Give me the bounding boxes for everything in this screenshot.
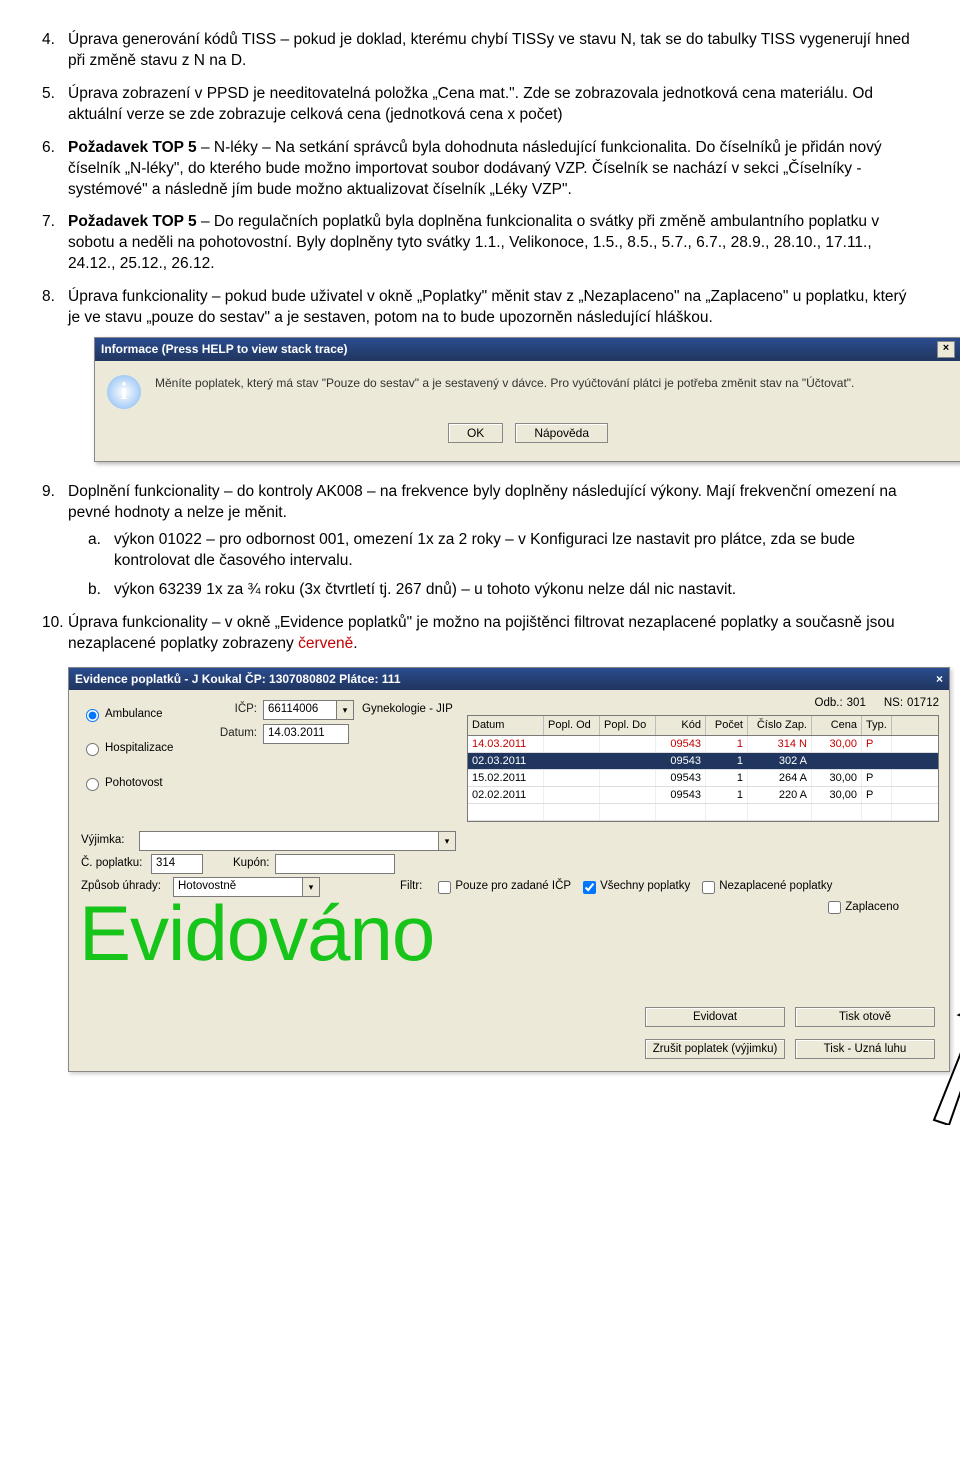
table-cell <box>544 736 600 752</box>
dialog-message: Měníte poplatek, který má stav "Pouze do… <box>155 375 943 391</box>
vyjimka-dropdown[interactable]: ▾ <box>139 831 456 851</box>
check-nezaplacene[interactable] <box>702 881 715 894</box>
table-cell <box>600 770 656 786</box>
label-icp: IČP: <box>209 702 257 718</box>
item-4: 4.Úprava generování kódů TISS – pokud je… <box>42 30 918 72</box>
label-ns: NS: <box>884 696 903 712</box>
table-cell: 314 N <box>748 736 812 752</box>
item-7: 7.Požadavek TOP 5 – Do regulačních popla… <box>42 212 918 275</box>
close-icon[interactable]: × <box>937 341 955 358</box>
table-cell: 30,00 <box>812 770 862 786</box>
table-cell: 14.03.2011 <box>468 736 544 752</box>
table-row[interactable]: 02.02.2011 095431220 A30,00P <box>468 787 938 804</box>
table-cell: P <box>862 736 892 752</box>
item-9a: a.výkon 01022 – pro odbornost 001, omeze… <box>88 530 918 572</box>
datum-input[interactable]: 14.03.2011 <box>263 724 349 744</box>
info-dialog: Informace (Press HELP to view stack trac… <box>94 337 960 462</box>
table-row[interactable]: 02.03.2011 095431302 A <box>468 753 938 770</box>
table-cell <box>544 753 600 769</box>
table-cell <box>600 787 656 803</box>
table-cell: 1 <box>706 770 748 786</box>
left-panel: Ambulance Hospitalizace Pohotovost <box>69 690 209 824</box>
table-header: Datum Popl. Od Popl. Do Kód Počet Číslo … <box>468 716 938 736</box>
table-cell: 220 A <box>748 787 812 803</box>
label-datum: Datum: <box>209 726 257 742</box>
window-titlebar: Evidence poplatků - J Koukal ČP: 1307080… <box>69 668 949 690</box>
cpop-input[interactable]: 314 <box>151 854 203 874</box>
item-5: 5.Úprava zobrazení v PPSD je needitovate… <box>42 84 918 126</box>
table-cell: 09543 <box>656 753 706 769</box>
radio-hospitalizace[interactable]: Hospitalizace <box>81 740 203 757</box>
table-row <box>468 804 938 821</box>
label-kupon: Kupón: <box>233 856 269 872</box>
table-cell: P <box>862 787 892 803</box>
kupon-input[interactable] <box>275 854 395 874</box>
radio-pohotovost[interactable]: Pohotovost <box>81 775 203 792</box>
table-cell: 302 A <box>748 753 812 769</box>
table-cell: 09543 <box>656 787 706 803</box>
evidence-window: Evidence poplatků - J Koukal ČP: 1307080… <box>68 667 950 1072</box>
table-cell: 09543 <box>656 736 706 752</box>
radio-ambulance[interactable]: Ambulance <box>81 706 203 723</box>
chevron-down-icon[interactable]: ▾ <box>438 831 456 851</box>
ok-button[interactable]: OK <box>448 423 503 443</box>
table-cell <box>544 770 600 786</box>
table-cell <box>600 753 656 769</box>
close-icon[interactable]: × <box>936 671 943 687</box>
table-cell <box>544 787 600 803</box>
table-cell: 264 A <box>748 770 812 786</box>
table-cell: 02.03.2011 <box>468 753 544 769</box>
watermark-text: Evidováno <box>79 881 434 986</box>
table-cell: 1 <box>706 787 748 803</box>
chevron-down-icon[interactable]: ▾ <box>336 700 354 720</box>
ns-value: 01712 <box>907 696 939 712</box>
table-cell: P <box>862 770 892 786</box>
dialog-title: Informace (Press HELP to view stack trac… <box>101 341 348 357</box>
table-row[interactable]: 15.02.2011 095431264 A30,00P <box>468 770 938 787</box>
check-pouze[interactable] <box>438 881 451 894</box>
help-button[interactable]: Nápověda <box>515 423 608 443</box>
check-vsechny[interactable] <box>583 881 596 894</box>
item-9: 9.Doplnění funkcionality – do kontroly A… <box>42 482 918 601</box>
table-cell: 09543 <box>656 770 706 786</box>
arrow-icon <box>889 965 960 1131</box>
label-cpop: Č. poplatku: <box>81 856 151 872</box>
check-zaplaceno[interactable] <box>828 901 841 914</box>
table-cell: 02.02.2011 <box>468 787 544 803</box>
table-cell: 30,00 <box>812 787 862 803</box>
icp-dropdown[interactable]: 66114006 ▾ <box>263 700 354 720</box>
item-6: 6.Požadavek TOP 5 – N-léky – Na setkání … <box>42 138 918 201</box>
item-9b: b.výkon 63239 1x za ¾ roku (3x čtvrtletí… <box>88 580 918 601</box>
label-odb: Odb.: <box>815 696 843 712</box>
spec-text: Gynekologie - JIP <box>362 702 453 718</box>
dialog-titlebar: Informace (Press HELP to view stack trac… <box>95 338 960 361</box>
window-title: Evidence poplatků - J Koukal ČP: 1307080… <box>75 671 401 687</box>
evidovat-button[interactable]: Evidovat <box>645 1007 785 1027</box>
table-cell: 1 <box>706 736 748 752</box>
data-table: Datum Popl. Od Popl. Do Kód Počet Číslo … <box>467 715 939 822</box>
table-cell <box>600 736 656 752</box>
item-10: 10.Úprava funkcionality – v okně „Eviden… <box>42 613 918 655</box>
table-cell: 30,00 <box>812 736 862 752</box>
table-row[interactable]: 14.03.2011 095431314 N30,00P <box>468 736 938 753</box>
table-cell <box>812 753 862 769</box>
table-cell <box>862 753 892 769</box>
table-cell: 1 <box>706 753 748 769</box>
info-icon: i <box>107 375 141 409</box>
zrusit-button[interactable]: Zrušit poplatek (výjimku) <box>645 1039 785 1059</box>
label-vyjimka: Výjimka: <box>81 833 139 849</box>
item-8: 8.Úprava funkcionality – pokud bude uživ… <box>42 287 918 462</box>
table-cell: 15.02.2011 <box>468 770 544 786</box>
odb-value: 301 <box>847 696 866 712</box>
